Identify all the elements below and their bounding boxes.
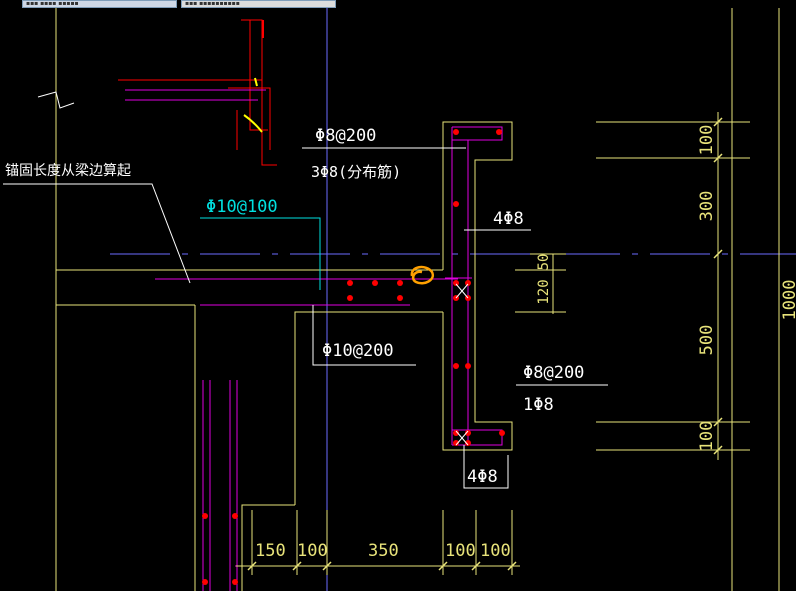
rebar-dot bbox=[453, 363, 459, 369]
upstand-profile bbox=[442, 121, 513, 451]
leader-lines bbox=[3, 147, 608, 489]
lower-stirrup-label: Φ8@200 bbox=[523, 363, 584, 383]
rebar-dot bbox=[499, 430, 505, 436]
rebar-dot bbox=[453, 201, 459, 207]
rebar-dot bbox=[232, 513, 238, 519]
top-corner-bars-label: 4Φ8 bbox=[493, 209, 524, 229]
dim-text: 1000 bbox=[780, 280, 796, 321]
dim-text: 350 bbox=[368, 541, 399, 561]
lower-single-bar-label: 1Φ8 bbox=[523, 395, 554, 415]
detail-red-line bbox=[249, 20, 268, 131]
rebar-dot bbox=[347, 280, 353, 286]
rebar-dot bbox=[397, 280, 403, 286]
detail-yellow-arc bbox=[243, 114, 263, 133]
rebar-dot bbox=[453, 280, 459, 286]
rebar-dot bbox=[465, 363, 471, 369]
horizontal-dimension-texts: 150 100 350 100 100 bbox=[255, 541, 511, 561]
rebar-dot bbox=[453, 129, 459, 135]
dim-text: 100 bbox=[697, 421, 717, 452]
upstand-bottom-bar bbox=[452, 429, 503, 446]
dim-text: 100 bbox=[697, 125, 717, 156]
cad-drawing-canvas[interactable]: ▪▪▪ ▪▪▪▪ ▪▪▪▪▪ ▪▪▪ ▪▪▪▪▪▪▪▪▪▪ 锚固长度从梁边算起 … bbox=[0, 0, 796, 591]
rebar-dot bbox=[397, 295, 403, 301]
rebar-dot bbox=[372, 280, 378, 286]
drawing-svg: 锚固长度从梁边算起 Φ10@100 Φ8@200 3Φ8(分布筋) Φ10@20… bbox=[3, 8, 796, 591]
vertical-dimension-texts: 100 300 50 120 500 100 1000 bbox=[536, 125, 796, 452]
dim-text: 100 bbox=[445, 541, 476, 561]
rebar-dot bbox=[347, 295, 353, 301]
dim-text: 150 bbox=[255, 541, 286, 561]
dim-text: 50 bbox=[536, 254, 552, 271]
anchorage-note-label: 锚固长度从梁边算起 bbox=[5, 163, 131, 179]
markup-circle bbox=[410, 265, 435, 285]
dim-text: 300 bbox=[697, 191, 717, 222]
axis-lines bbox=[110, 8, 796, 591]
dim-text: 100 bbox=[480, 541, 511, 561]
slab-bottom-bar-label: Φ10@200 bbox=[322, 341, 394, 361]
rebar-dot bbox=[202, 579, 208, 585]
bottom-corner-bars-label: 4Φ8 bbox=[467, 467, 498, 487]
wall-outline bbox=[37, 8, 780, 591]
rebar-dot bbox=[202, 513, 208, 519]
distribution-bar-label: 3Φ8(分布筋) bbox=[311, 163, 401, 181]
dim-text: 120 bbox=[536, 279, 552, 304]
detail-yellow-tick bbox=[254, 77, 258, 87]
upstand-stirrup-label: Φ8@200 bbox=[315, 126, 376, 146]
top-detail bbox=[118, 19, 277, 166]
slab-top-bar-label: Φ10@100 bbox=[206, 197, 278, 217]
rebar-dot bbox=[232, 579, 238, 585]
leader-anchorage-note bbox=[3, 183, 191, 284]
dim-text: 100 bbox=[297, 541, 328, 561]
dimension-ticks bbox=[247, 117, 723, 571]
upstand-top-bar bbox=[452, 126, 503, 141]
detail-red-line bbox=[241, 19, 277, 166]
rebar-dot bbox=[496, 129, 502, 135]
rebar-dot bbox=[465, 280, 471, 286]
dim-text: 500 bbox=[697, 325, 717, 356]
dimension-lines bbox=[236, 112, 719, 575]
